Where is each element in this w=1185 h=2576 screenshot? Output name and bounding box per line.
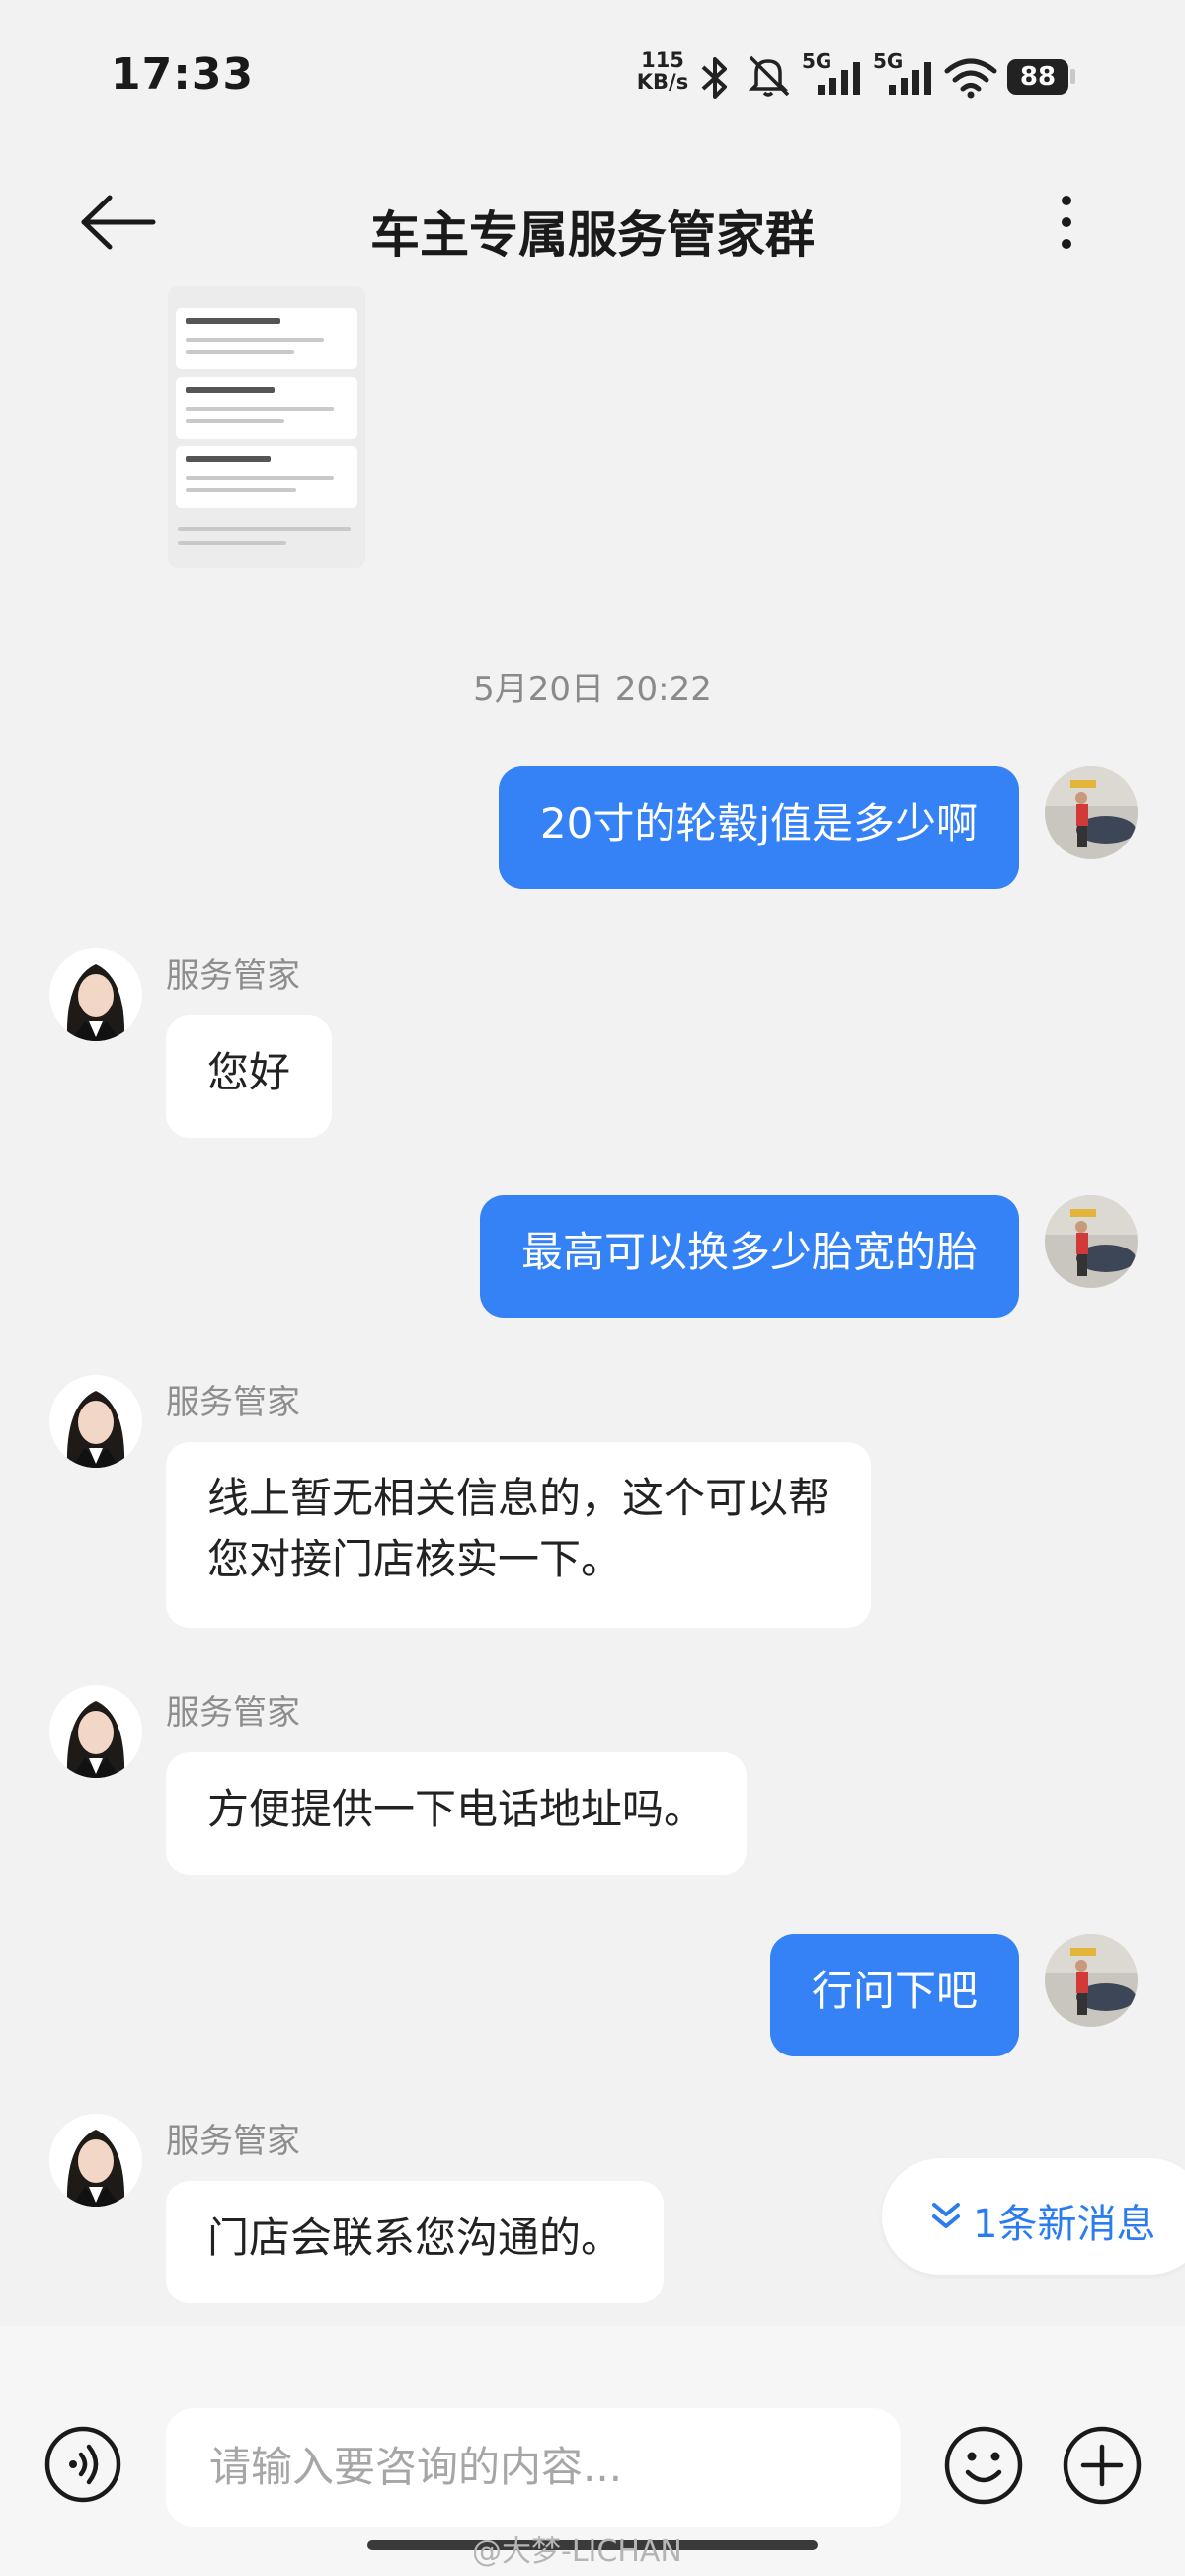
message-bubble-incoming[interactable]: 线上暂无相关信息的，这个可以帮 您对接门店核实一下。 [166,1442,872,1628]
wifi-icon [944,58,997,99]
message-input[interactable]: 请输入要咨询的内容... [166,2408,901,2527]
sender-name: 服务管家 [166,1383,300,1422]
status-bar: 17:33 115 KB/s 5G 5G 88 [0,0,1185,148]
watermark: @大梦-LICHAN [472,2535,682,2569]
double-chevron-down-icon [932,2203,960,2228]
message-line: 您对接门店核实一下。 [207,1535,623,1583]
battery-icon: 88 [1007,59,1068,95]
network-speed: 115 KB/s [634,49,691,93]
mute-icon [748,55,790,97]
agent-avatar[interactable] [49,1685,142,1778]
chat-header: 车主专属服务管家群 [0,158,1185,286]
status-time: 17:33 [111,49,255,100]
sender-name: 服务管家 [166,2122,300,2161]
voice-icon[interactable] [43,2425,122,2504]
signal-icon [889,62,931,95]
info-card-image[interactable] [168,286,365,568]
agent-avatar[interactable] [49,2114,142,2207]
network-speed-value: 115 [641,48,684,72]
emoji-icon[interactable] [943,2425,1024,2506]
message-line: 线上暂无相关信息的，这个可以帮 [207,1474,830,1522]
message-bubble-outgoing[interactable]: 行问下吧 [769,1934,1019,2056]
message-timestamp: 5月20日 20:22 [473,670,712,709]
message-bubble-outgoing[interactable]: 最高可以换多少胎宽的胎 [479,1195,1019,1318]
new-messages-label: 1条新消息 [973,2202,1156,2247]
message-bubble-incoming[interactable]: 方便提供一下电话地址吗。 [166,1752,748,1875]
bluetooth-icon [701,57,727,99]
message-bubble-incoming[interactable]: 门店会联系您沟通的。 [166,2181,665,2303]
sender-name: 服务管家 [166,1693,300,1732]
user-avatar[interactable] [1045,1195,1138,1288]
more-vertical-icon[interactable] [1047,188,1086,257]
signal-icon [818,62,860,95]
chat-message-list[interactable]: 5月20日 20:22 20寸的轮毂j值是多少啊 服务管家 您好 最高可以换多少… [0,286,1185,2326]
user-avatar[interactable] [1045,1934,1138,2027]
network-speed-unit: KB/s [636,70,689,94]
message-bubble-incoming[interactable]: 您好 [166,1015,333,1138]
agent-avatar[interactable] [49,948,142,1041]
battery-tip [1070,69,1075,84]
sender-name: 服务管家 [166,956,300,996]
plus-icon[interactable] [1062,2425,1143,2506]
page-title: 车主专属服务管家群 [370,206,815,264]
agent-avatar[interactable] [49,1375,142,1468]
message-bubble-outgoing[interactable]: 20寸的轮毂j值是多少啊 [498,766,1019,889]
user-avatar[interactable] [1045,766,1138,859]
new-messages-button[interactable]: 1条新消息 [882,2158,1185,2275]
